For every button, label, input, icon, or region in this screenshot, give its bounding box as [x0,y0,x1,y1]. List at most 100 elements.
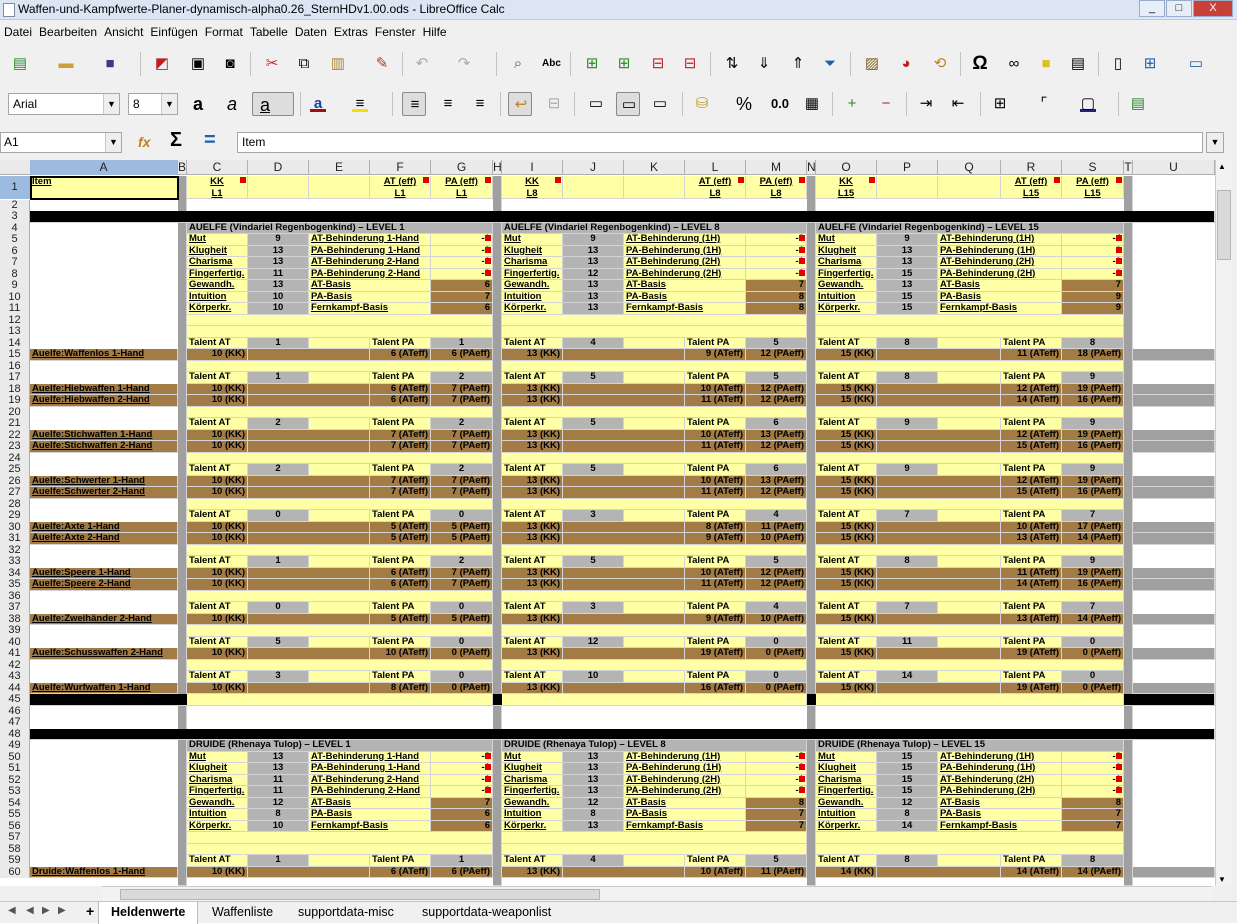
empty-row[interactable] [502,406,807,418]
new-document-button[interactable]: ▤ [8,52,32,76]
empty-cell[interactable] [877,567,1001,579]
empty-cell[interactable] [563,176,624,199]
kk-value[interactable]: 15 (KK) [816,533,877,545]
open-button[interactable]: ▬ [54,52,78,76]
weapon-item-name[interactable]: Auelfe:Äxte 1-Hand [30,521,178,533]
menu-einfügen[interactable]: Einfügen [149,22,203,44]
talent-at-value[interactable]: 4 [563,855,624,867]
column-header-c[interactable]: C [187,160,248,175]
empty-cell[interactable] [1133,429,1215,441]
empty-cell[interactable] [877,441,1001,453]
talent-pa-value[interactable]: 2 [431,418,493,430]
vertical-scroll-thumb[interactable] [1217,190,1231,260]
modifier-label[interactable]: PA-Behinderung 1-Hand [309,763,431,775]
pa-eff-value[interactable]: 11 (PAeff) [746,866,807,878]
kk-value[interactable]: 10 (KK) [187,395,248,407]
modifier-label[interactable]: PA-Basis [938,291,1062,303]
kk-value[interactable]: 15 (KK) [816,648,877,660]
at-eff-value[interactable]: 13 (ATeff) [1001,533,1062,545]
column-header-o[interactable]: O [816,160,877,175]
attribute-name[interactable]: Charisma [816,257,877,269]
empty-row[interactable] [816,498,1124,510]
print-preview-button[interactable]: ◙ [218,52,242,76]
align-bottom-button[interactable]: ▭ [648,92,672,116]
empty-cell[interactable] [938,176,1001,199]
kk-value[interactable]: 13 (KK) [502,866,563,878]
kk-value[interactable]: 15 (KK) [816,579,877,591]
empty-cell[interactable] [248,487,370,499]
kk-value[interactable]: 10 (KK) [187,533,248,545]
empty-row[interactable] [502,452,807,464]
at-eff-value[interactable]: 9 (ATeff) [685,533,746,545]
talent-pa-value[interactable]: 0 [431,671,493,683]
empty-cell[interactable] [624,671,685,683]
column-header-f[interactable]: F [370,160,431,175]
empty-cell[interactable] [938,464,1001,476]
attribute-value[interactable]: 12 [563,268,624,280]
talent-pa-label[interactable]: Talent PA [370,418,431,430]
attribute-value[interactable]: 9 [563,234,624,246]
attribute-value[interactable]: 14 [877,820,938,832]
attribute-value[interactable]: 15 [877,774,938,786]
attribute-name[interactable]: Fingerfertig. [187,786,248,798]
weapon-item-name[interactable]: Druide:Waffenlos 1-Hand [30,866,178,878]
kk-value[interactable]: 13 (KK) [502,682,563,694]
menu-bearbeiten[interactable]: Bearbeiten [38,22,103,44]
talent-at-value[interactable]: 9 [877,418,938,430]
cut-button[interactable]: ✂ [260,52,284,76]
empty-cell[interactable] [309,372,370,384]
find-replace-button[interactable]: ⌕ [506,52,530,76]
column-header-e[interactable]: E [309,160,370,175]
modifier-value[interactable]: 9 [1062,291,1124,303]
talent-pa-value[interactable]: 9 [1062,418,1124,430]
talent-at-label[interactable]: Talent AT [502,855,563,867]
kk-value[interactable]: 10 (KK) [187,567,248,579]
attribute-name[interactable]: Mut [816,751,877,763]
font-size-combo[interactable]: 8 ▼ [128,93,178,115]
at-eff-value[interactable]: 12 (ATeff) [1001,475,1062,487]
talent-pa-value[interactable]: 6 [746,464,807,476]
empty-row[interactable] [502,625,807,637]
talent-pa-label[interactable]: Talent PA [370,464,431,476]
attribute-value[interactable]: 15 [877,268,938,280]
attribute-value[interactable]: 15 [877,291,938,303]
paste-button[interactable]: ▥ [326,52,350,76]
weapon-item-name[interactable]: Auelfe:Hiebwaffen 1-Hand [30,383,178,395]
talent-pa-value[interactable]: 5 [746,372,807,384]
empty-cell[interactable] [563,487,685,499]
conditional-format-button[interactable]: ▤ [1126,92,1150,116]
attribute-name[interactable]: Gewandh. [502,797,563,809]
row-header[interactable]: 5 [0,233,30,246]
empty-cell[interactable] [877,613,1001,625]
kk-value[interactable]: 15 (KK) [816,567,877,579]
kk-value[interactable]: 10 (KK) [187,441,248,453]
modifier-value[interactable]: -4 [1062,234,1124,246]
empty-cell[interactable] [248,579,370,591]
row-header[interactable]: 29 [0,509,30,522]
empty-cell[interactable] [563,395,685,407]
modifier-value[interactable]: -1 [431,774,493,786]
column-header-n[interactable]: N [807,160,816,175]
attribute-name[interactable]: Mut [502,234,563,246]
modifier-value[interactable]: -2 [1062,268,1124,280]
empty-cell[interactable] [877,648,1001,660]
talent-pa-value[interactable]: 2 [431,556,493,568]
modifier-value[interactable]: -1 [746,245,807,257]
at-header[interactable]: AT (eff) L1 [370,176,431,199]
row-header[interactable]: 11 [0,302,30,315]
at-eff-value[interactable]: 11 (ATeff) [1001,349,1062,361]
menu-extras[interactable]: Extras [333,22,374,44]
talent-pa-label[interactable]: Talent PA [370,372,431,384]
attribute-value[interactable]: 11 [248,268,309,280]
modifier-value[interactable]: 8 [746,797,807,809]
modifier-label[interactable]: AT-Behinderung 1-Hand [309,751,431,763]
kk-value[interactable]: 13 (KK) [502,521,563,533]
empty-cell[interactable] [248,383,370,395]
modifier-label[interactable]: Fernkampf-Basis [938,303,1062,315]
talent-at-label[interactable]: Talent AT [502,671,563,683]
modifier-label[interactable]: PA-Basis [309,809,431,821]
empty-row[interactable] [187,590,493,602]
empty-cell[interactable] [563,682,685,694]
talent-pa-value[interactable]: 8 [1062,337,1124,349]
weapon-item-name[interactable]: Auelfe:Äxte 2-Hand [30,533,178,545]
